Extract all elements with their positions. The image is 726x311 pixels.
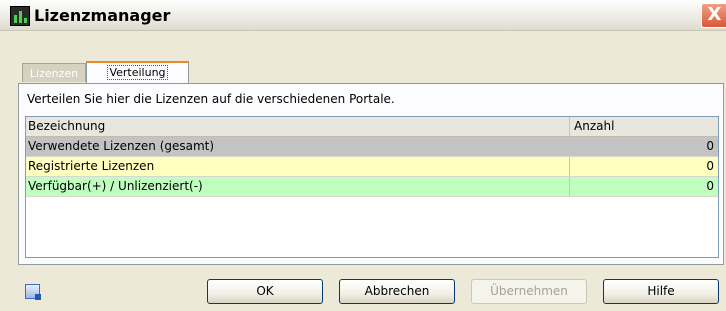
row-value: 0 [706, 179, 714, 193]
table-row[interactable]: Verwendete Lizenzen (gesamt) 0 [26, 137, 718, 157]
lizenzmanager-window: Lizenzmanager X Lizenzen Verteilung Vert… [0, 0, 726, 311]
tab-verteilung-label: Verteilung [107, 65, 168, 80]
table-row[interactable]: Verfügbar(+) / Unlizenziert(-) 0 [26, 177, 718, 197]
window-title: Lizenzmanager [34, 6, 171, 25]
title-bar[interactable]: Lizenzmanager X [0, 0, 726, 31]
app-icon [10, 6, 30, 26]
grid-header: Bezeichnung Anzahl [26, 117, 718, 137]
table-row[interactable]: Registrierte Lizenzen 0 [26, 157, 718, 177]
row-label: Verfügbar(+) / Unlizenziert(-) [26, 177, 570, 196]
close-button[interactable]: X [701, 3, 726, 28]
help-button[interactable]: Hilfe [603, 279, 719, 304]
license-grid[interactable]: Bezeichnung Anzahl Verwendete Lizenzen (… [25, 116, 719, 258]
row-label: Verwendete Lizenzen (gesamt) [26, 137, 570, 156]
row-value: 0 [706, 159, 714, 173]
cancel-button[interactable]: Abbrechen [339, 279, 455, 304]
tab-panel-verteilung: Verteilen Sie hier die Lizenzen auf die … [18, 83, 724, 265]
help-corner-icon[interactable] [25, 284, 41, 300]
tab-lizenzen[interactable]: Lizenzen [22, 63, 86, 82]
ok-button[interactable]: OK [207, 279, 323, 304]
apply-button: Übernehmen [471, 279, 587, 304]
row-value: 0 [706, 139, 714, 153]
column-header-bezeichnung[interactable]: Bezeichnung [26, 117, 570, 136]
row-label: Registrierte Lizenzen [26, 157, 570, 176]
column-header-anzahl[interactable]: Anzahl [570, 117, 718, 136]
tab-verteilung[interactable]: Verteilung [86, 61, 189, 83]
panel-description: Verteilen Sie hier die Lizenzen auf die … [27, 92, 395, 106]
